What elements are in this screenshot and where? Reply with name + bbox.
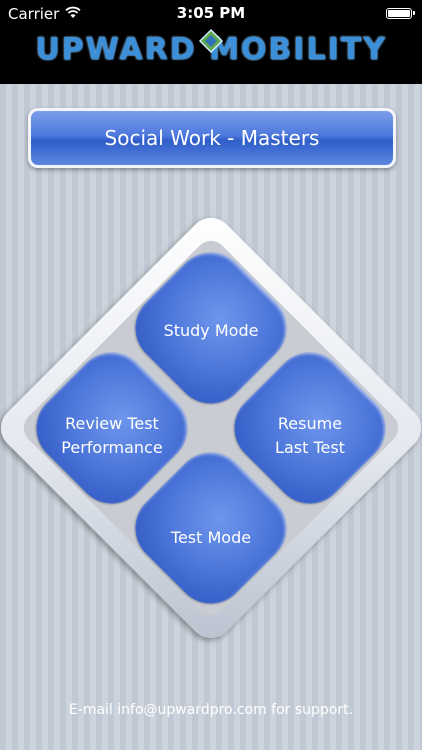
exam-title: Social Work - Masters [104, 126, 320, 150]
exam-title-banner: Social Work - Masters [28, 108, 396, 168]
status-bar: Carrier 3:05 PM [0, 0, 422, 28]
battery-icon [386, 8, 415, 19]
app-header: Carrier 3:05 PM UPWARD MOBILITY [0, 0, 422, 84]
logo-emblem-icon [198, 28, 224, 54]
status-time: 3:05 PM [176, 4, 246, 22]
support-email-text[interactable]: E-mail info@upwardpro.com for support. [0, 702, 422, 718]
